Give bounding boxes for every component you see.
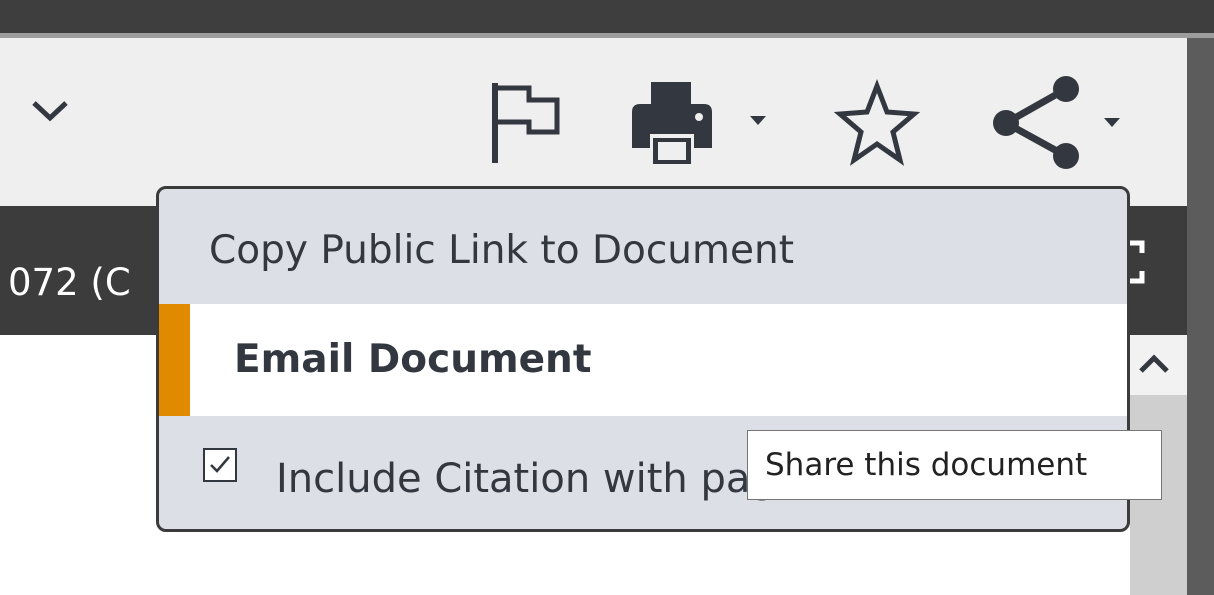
include-citation-label: Include Citation with page [276, 456, 801, 502]
printer-icon[interactable] [628, 78, 778, 168]
window-top-bar [0, 0, 1214, 33]
share-tooltip: Share this document [747, 430, 1162, 500]
flag-icon[interactable] [485, 78, 565, 168]
share-icon[interactable] [986, 76, 1136, 172]
document-title: 072 (C [8, 261, 131, 304]
window-scrollbar[interactable] [1187, 38, 1214, 595]
copy-public-link-label: Copy Public Link to Document [209, 228, 794, 273]
checkmark-icon [210, 456, 230, 473]
chevron-up-icon[interactable] [1136, 346, 1172, 382]
active-item-indicator [159, 304, 190, 416]
include-citation-checkbox[interactable] [203, 448, 237, 482]
email-document-item[interactable]: Email Document [159, 304, 1127, 416]
expand-icon[interactable] [1128, 240, 1146, 284]
star-icon[interactable] [832, 78, 922, 168]
document-toolbar [0, 38, 1187, 206]
chevron-down-icon[interactable] [22, 86, 78, 136]
copy-public-link-item[interactable]: Copy Public Link to Document [159, 189, 1127, 304]
email-document-label: Email Document [234, 337, 592, 382]
